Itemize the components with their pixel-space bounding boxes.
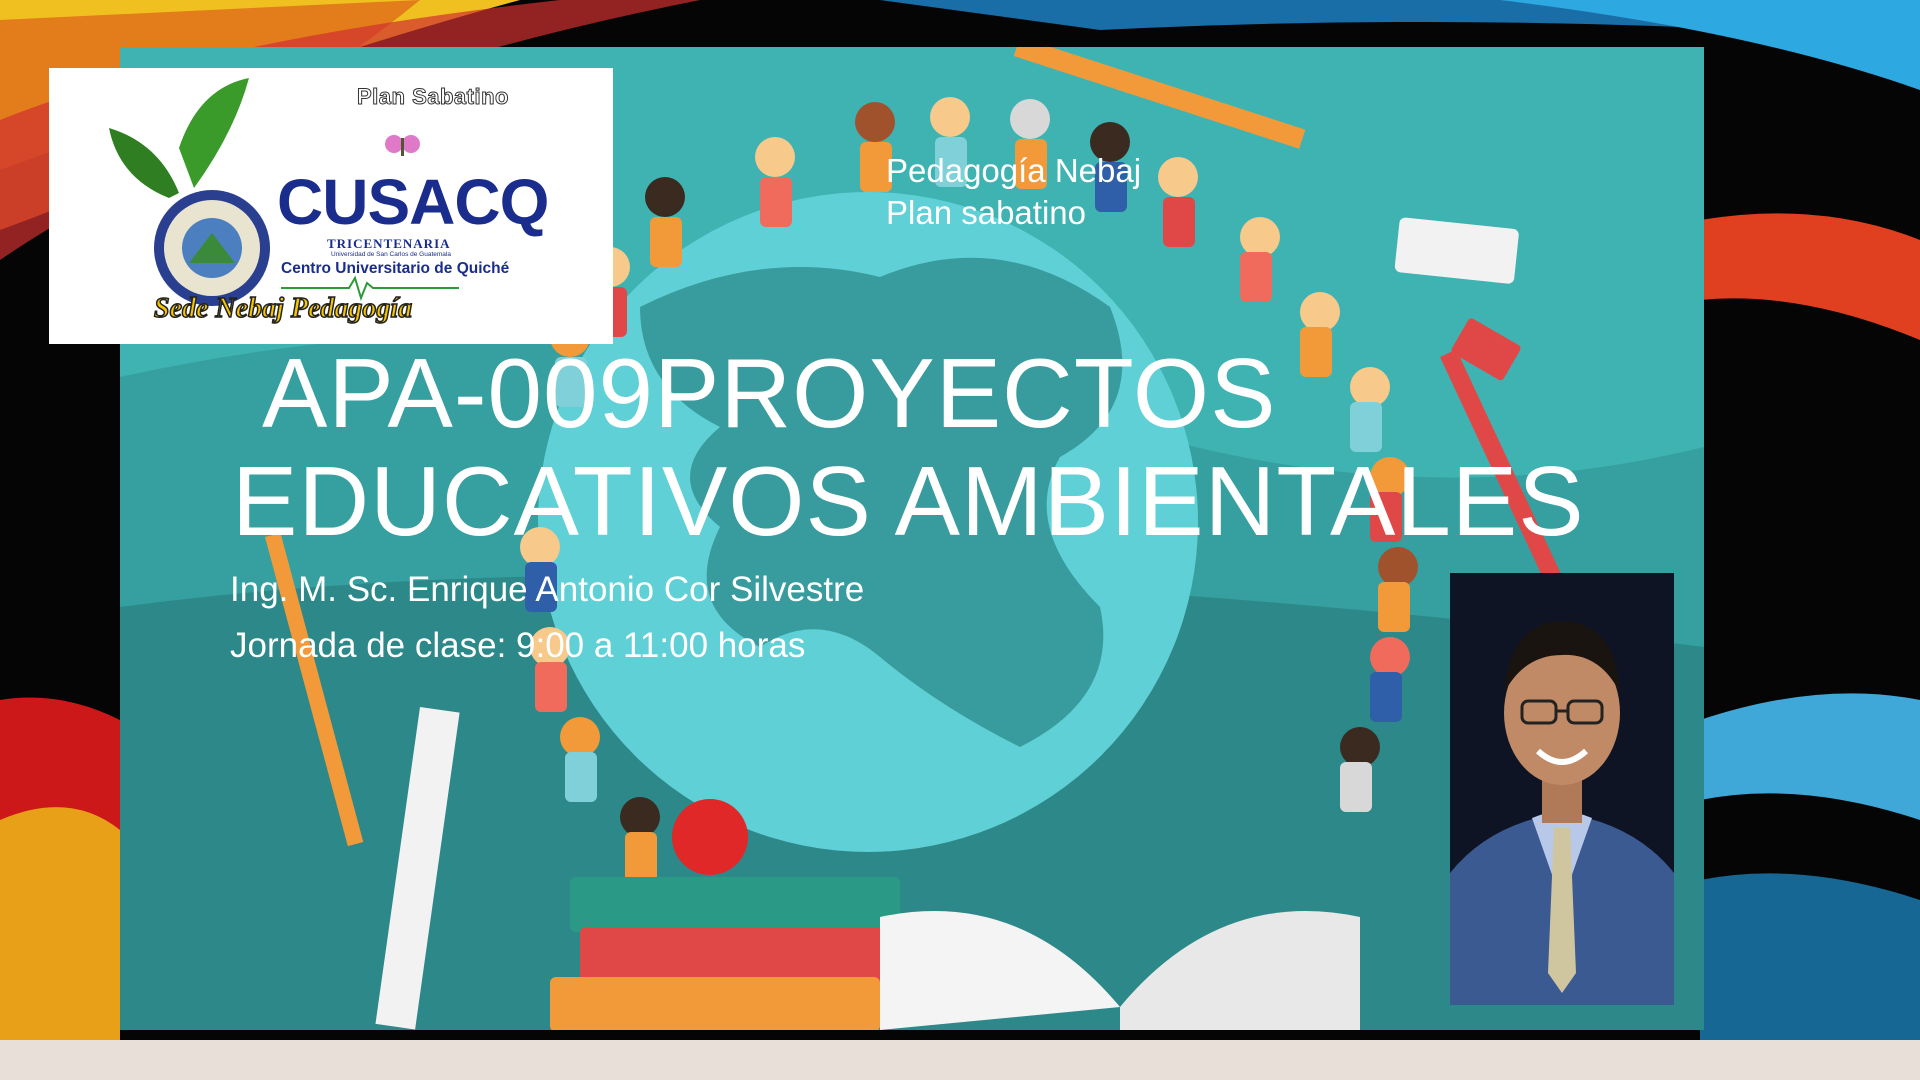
plan-sabatino-label: Plan Sabatino <box>357 84 509 110</box>
slide-title-line-2: EDUCATIVOS AMBIENTALES <box>232 446 1585 556</box>
cusacq-logo-card: Plan Sabatino CUSACQ TRICENTENARIA Unive… <box>49 68 613 344</box>
brand-university: Universidad de San Carlos de Guatemala <box>331 251 451 258</box>
slide-title-line-1: APA-009PROYECTOS <box>262 338 1277 448</box>
header-line-1: Pedagogía Nebaj <box>886 152 1142 189</box>
brand-name: CUSACQ <box>277 166 549 238</box>
sede-nebaj-label: Sede Nebaj Pedagogía <box>153 292 413 325</box>
instructor-name: Ing. M. Sc. Enrique Antonio Cor Silvestr… <box>230 570 865 609</box>
brand-centro: Centro Universitario de Quiché <box>281 260 510 277</box>
class-schedule: Jornada de clase: 9:00 a 11:00 horas <box>230 626 806 665</box>
brand-tricentenaria: TRICENTENARIA <box>327 236 451 251</box>
instructor-photo <box>1450 573 1674 1005</box>
header-line-2: Plan sabatino <box>886 194 1086 231</box>
